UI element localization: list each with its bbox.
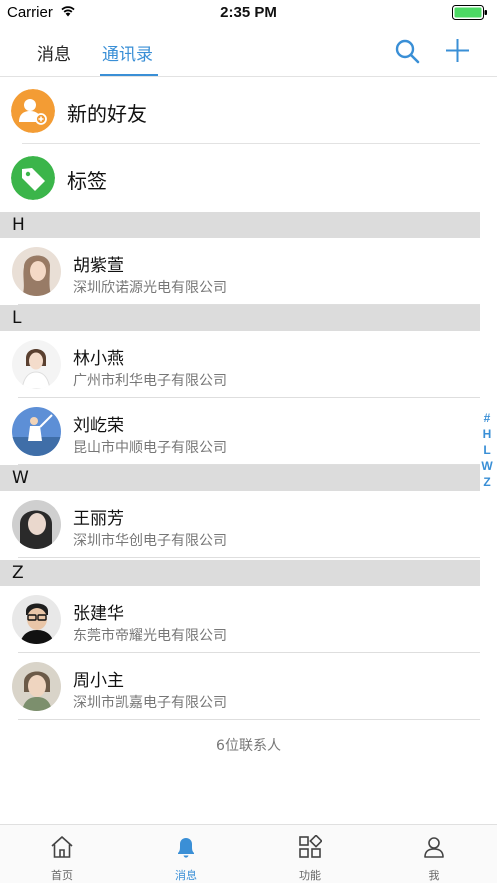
bell-icon bbox=[178, 838, 194, 858]
divider bbox=[18, 557, 480, 558]
contact-name: 王丽芳 bbox=[73, 509, 124, 529]
contact-row[interactable]: 周小主 深圳市凯嘉电子有限公司 bbox=[0, 653, 480, 720]
section-header-w: W bbox=[0, 465, 480, 491]
active-tab-indicator bbox=[100, 74, 158, 76]
contact-row[interactable]: 林小燕 广州市利华电子有限公司 bbox=[0, 331, 480, 398]
new-friends-label: 新的好友 bbox=[67, 102, 147, 126]
contact-name: 周小主 bbox=[73, 671, 124, 691]
battery-icon bbox=[452, 5, 487, 20]
contact-row[interactable]: 张建华 东莞市帝耀光电有限公司 bbox=[0, 586, 480, 653]
divider bbox=[18, 719, 480, 720]
section-letter: H bbox=[12, 215, 25, 235]
divider bbox=[22, 143, 480, 144]
index-letter[interactable]: Z bbox=[478, 474, 496, 490]
tab-label: 首页 bbox=[51, 869, 73, 882]
contact-company: 深圳欣诺源光电有限公司 bbox=[73, 280, 227, 296]
tag-icon bbox=[11, 156, 55, 200]
tab-contacts[interactable]: 通讯录 bbox=[102, 40, 153, 65]
contact-name: 张建华 bbox=[73, 604, 124, 624]
contact-row[interactable]: 刘屹荣 昆山市中顺电子有限公司 bbox=[0, 398, 480, 465]
avatar bbox=[12, 407, 61, 456]
section-header-l: L bbox=[0, 305, 480, 331]
contact-row[interactable]: 胡紫萱 深圳欣诺源光电有限公司 bbox=[0, 238, 480, 305]
index-letter[interactable]: L bbox=[478, 442, 496, 458]
home-icon bbox=[51, 836, 73, 858]
index-letter[interactable]: W bbox=[478, 458, 496, 474]
grid-icon bbox=[299, 835, 322, 858]
contact-company: 广州市利华电子有限公司 bbox=[73, 373, 227, 389]
clock: 2:35 PM bbox=[220, 4, 277, 21]
user-icon bbox=[424, 837, 444, 858]
index-letter[interactable]: H bbox=[478, 426, 496, 442]
tab-messages[interactable]: 消息 bbox=[37, 40, 71, 65]
contact-name: 林小燕 bbox=[73, 349, 124, 369]
tab-features[interactable]: 功能 bbox=[248, 825, 372, 883]
index-letter[interactable]: # bbox=[478, 410, 496, 426]
avatar bbox=[12, 500, 61, 549]
tab-me[interactable]: 我 bbox=[372, 825, 496, 883]
section-letter: L bbox=[12, 308, 22, 328]
contact-company: 昆山市中顺电子有限公司 bbox=[73, 440, 227, 456]
avatar bbox=[12, 340, 61, 389]
contact-count: 6位联系人 bbox=[216, 738, 281, 754]
contact-name: 胡紫萱 bbox=[73, 256, 124, 276]
section-letter: W bbox=[12, 468, 29, 488]
top-nav: 消息 通讯录 bbox=[0, 26, 497, 77]
section-header-h: H bbox=[0, 212, 480, 238]
tab-label: 功能 bbox=[299, 869, 321, 882]
new-friends-entry[interactable]: 新的好友 bbox=[0, 78, 480, 144]
section-letter: Z bbox=[12, 563, 24, 583]
avatar bbox=[12, 247, 61, 296]
tab-messages-bottom[interactable]: 消息 bbox=[124, 825, 248, 883]
alphabet-index[interactable]: # H L W Z bbox=[478, 410, 496, 490]
search-icon[interactable] bbox=[394, 38, 420, 64]
contact-row[interactable]: 王丽芳 深圳市华创电子有限公司 bbox=[0, 491, 480, 558]
tab-home[interactable]: 首页 bbox=[0, 825, 124, 883]
avatar bbox=[12, 662, 61, 711]
plus-icon[interactable] bbox=[444, 37, 471, 64]
contact-company: 东莞市帝耀光电有限公司 bbox=[73, 628, 227, 644]
contact-company: 深圳市华创电子有限公司 bbox=[73, 533, 227, 549]
tags-entry[interactable]: 标签 bbox=[0, 145, 480, 211]
add-user-icon bbox=[11, 89, 55, 133]
contact-company: 深圳市凯嘉电子有限公司 bbox=[73, 695, 227, 711]
tags-label: 标签 bbox=[67, 169, 107, 193]
tab-bar: 首页 消息 功能 我 bbox=[0, 824, 497, 883]
tab-label: 我 bbox=[428, 869, 440, 882]
contact-name: 刘屹荣 bbox=[73, 416, 124, 436]
section-header-z: Z bbox=[0, 560, 480, 586]
status-bar: Carrier 2:35 PM bbox=[0, 0, 497, 26]
tab-label: 消息 bbox=[175, 869, 197, 882]
avatar bbox=[12, 595, 61, 644]
